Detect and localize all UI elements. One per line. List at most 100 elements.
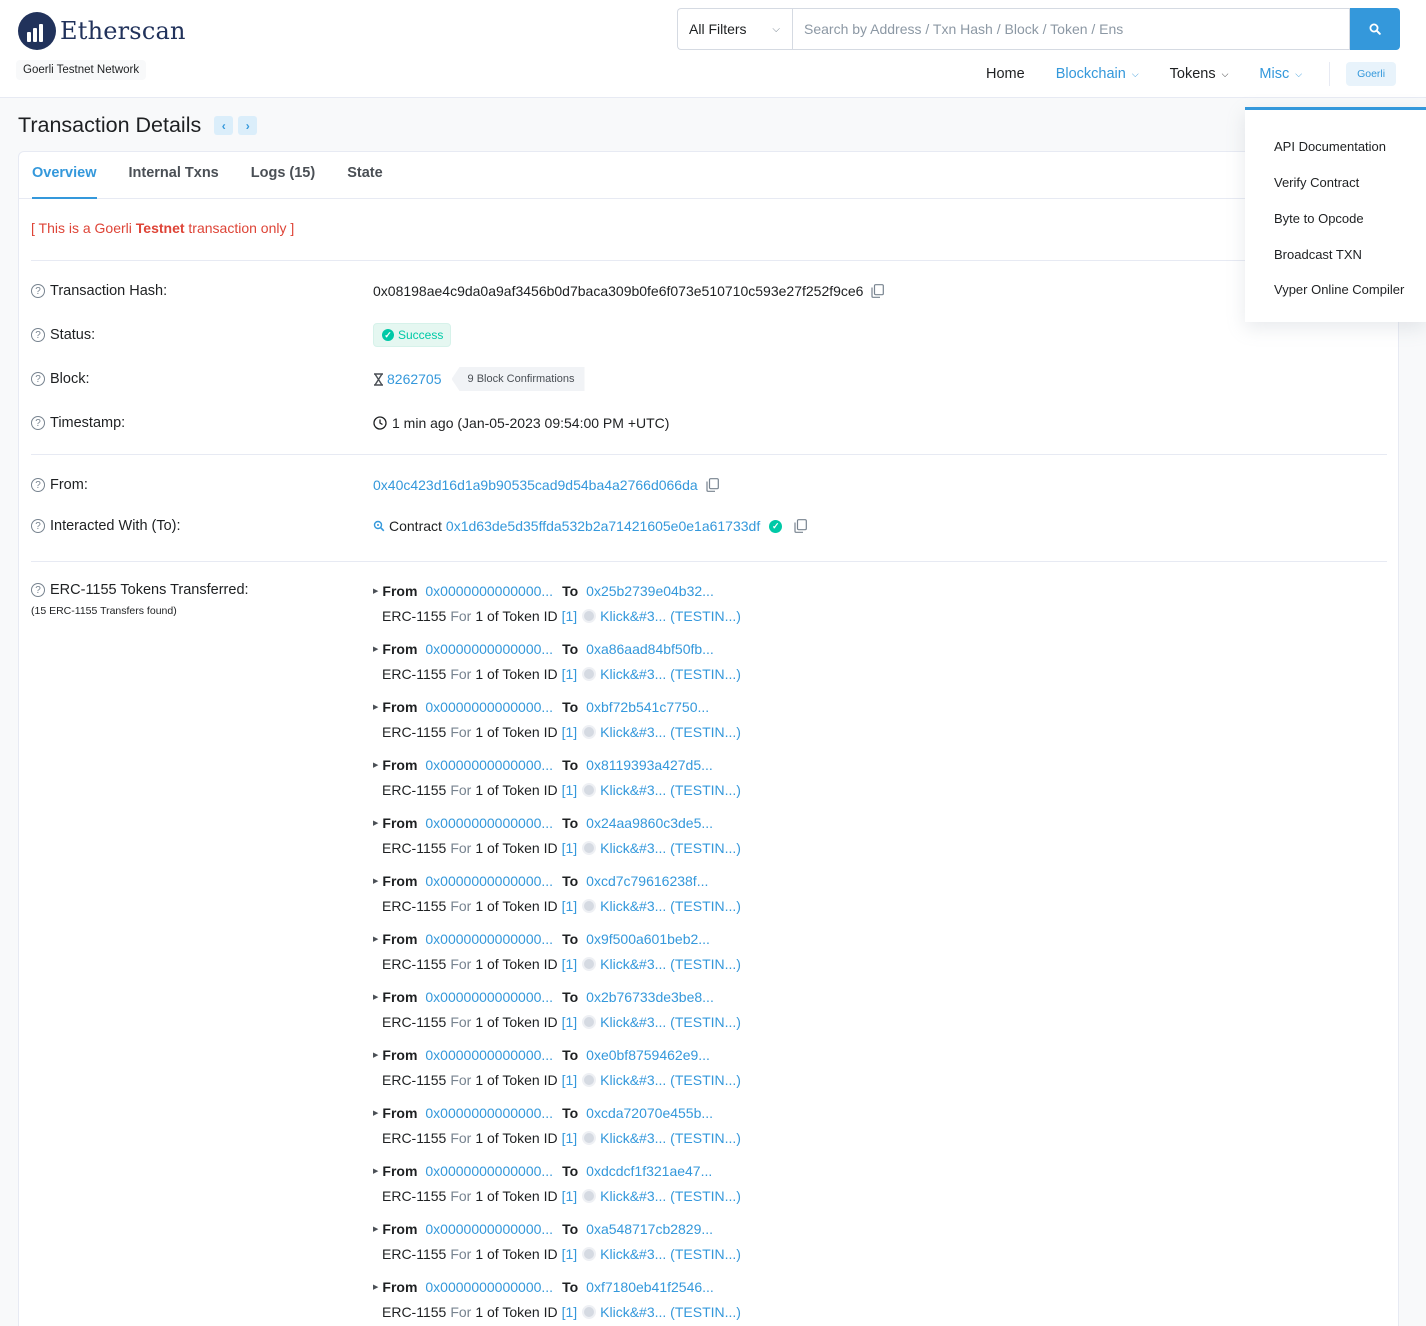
question-icon[interactable]: ? <box>31 583 45 597</box>
transfer-to-address[interactable]: 0x8119393a427d5... <box>586 757 713 773</box>
transfer-to-address[interactable]: 0xe0bf8759462e9... <box>586 1047 710 1063</box>
transfer-from-address[interactable]: 0x0000000000000... <box>425 583 553 599</box>
token-id-link[interactable]: [1] <box>562 1014 578 1030</box>
token-name-link[interactable]: Klick&#3... (TESTIN...) <box>600 956 741 972</box>
token-id-link[interactable]: [1] <box>562 1246 578 1262</box>
transfer-to-address[interactable]: 0x24aa9860c3de5... <box>586 815 713 831</box>
transfer-from-address[interactable]: 0x0000000000000... <box>425 931 553 947</box>
transaction-hash-value: 0x08198ae4c9da0a9af3456b0d7baca309b0fe6f… <box>373 283 864 299</box>
transfer-from-address[interactable]: 0x0000000000000... <box>425 1163 553 1179</box>
search-button[interactable] <box>1350 8 1400 50</box>
copy-icon[interactable] <box>706 478 719 492</box>
tab-internal-txns[interactable]: Internal Txns <box>129 152 219 199</box>
check-circle-icon: ✓ <box>382 329 394 341</box>
to-contract-link[interactable]: 0x1d63de5d35ffda532b2a71421605e0e1a61733… <box>446 518 760 534</box>
transfer-from-address[interactable]: 0x0000000000000... <box>425 1279 553 1295</box>
token-id-link[interactable]: [1] <box>562 724 578 740</box>
next-txn-button[interactable]: › <box>238 116 258 135</box>
prev-txn-button[interactable]: ‹ <box>214 116 234 135</box>
nav-home[interactable]: Home <box>986 66 1025 82</box>
tab-logs[interactable]: Logs (15) <box>251 152 315 199</box>
transfer-from-address[interactable]: 0x0000000000000... <box>425 873 553 889</box>
token-name-link[interactable]: Klick&#3... (TESTIN...) <box>600 724 741 740</box>
token-name-link[interactable]: Klick&#3... (TESTIN...) <box>600 1188 741 1204</box>
copy-icon[interactable] <box>794 519 808 533</box>
token-icon <box>582 725 597 739</box>
tab-state[interactable]: State <box>347 152 382 199</box>
block-number-link[interactable]: 8262705 <box>387 371 442 387</box>
question-icon[interactable]: ? <box>31 519 45 533</box>
menu-item-verify-contract[interactable]: Verify Contract <box>1274 175 1359 190</box>
token-id-link[interactable]: [1] <box>562 1304 578 1320</box>
token-id-link[interactable]: [1] <box>562 782 578 798</box>
token-id-link[interactable]: [1] <box>562 1188 578 1204</box>
token-id-link[interactable]: [1] <box>562 608 578 624</box>
token-name-link[interactable]: Klick&#3... (TESTIN...) <box>600 666 741 682</box>
copy-icon[interactable] <box>871 284 885 298</box>
transfer-to-address[interactable]: 0xa86aad84bf50fb... <box>586 641 714 657</box>
question-icon[interactable]: ? <box>31 372 45 386</box>
status-text: Success <box>398 328 444 342</box>
token-id-link[interactable]: [1] <box>562 666 578 682</box>
token-id-link[interactable]: [1] <box>562 1130 578 1146</box>
transfer-to-address[interactable]: 0x25b2739e04b32... <box>586 583 714 599</box>
token-name-link[interactable]: Klick&#3... (TESTIN...) <box>600 840 741 856</box>
token-name-link[interactable]: Klick&#3... (TESTIN...) <box>600 608 741 624</box>
menu-item-api-docs[interactable]: API Documentation <box>1274 139 1386 154</box>
token-name-link[interactable]: Klick&#3... (TESTIN...) <box>600 898 741 914</box>
tab-overview[interactable]: Overview <box>32 152 97 199</box>
block-confirmations-badge: 9 Block Confirmations <box>451 367 585 391</box>
transfer-to-address[interactable]: 0xf7180eb41f2546... <box>586 1279 714 1295</box>
transfer-from-address[interactable]: 0x0000000000000... <box>425 1105 553 1121</box>
token-name-link[interactable]: Klick&#3... (TESTIN...) <box>600 1130 741 1146</box>
etherscan-logo[interactable]: Etherscan <box>18 12 186 50</box>
transfer-item: ▶ From 0x0000000000000... To 0x24aa9860c3de5… <box>373 814 741 872</box>
transfer-item: ▶ From 0x0000000000000... To 0x9f500a601beb2… <box>373 930 741 988</box>
search-input[interactable] <box>792 8 1350 50</box>
transfer-from-address[interactable]: 0x0000000000000... <box>425 1221 553 1237</box>
token-name-link[interactable]: Klick&#3... (TESTIN...) <box>600 1304 741 1320</box>
divider <box>31 454 1387 455</box>
from-address-link[interactable]: 0x40c423d16d1a9b90535cad9d54ba4a2766d066… <box>373 477 698 493</box>
network-switch-button[interactable]: Goerli <box>1346 62 1397 86</box>
transfer-from-address[interactable]: 0x0000000000000... <box>425 641 553 657</box>
token-name-link[interactable]: Klick&#3... (TESTIN...) <box>600 1246 741 1262</box>
menu-item-byte-to-opcode[interactable]: Byte to Opcode <box>1274 211 1364 226</box>
question-icon[interactable]: ? <box>31 328 45 342</box>
nav-misc-label: Misc <box>1259 66 1290 82</box>
transfer-from-address[interactable]: 0x0000000000000... <box>425 757 553 773</box>
question-icon[interactable]: ? <box>31 416 45 430</box>
menu-item-vyper-compiler[interactable]: Vyper Online Compiler <box>1274 282 1404 297</box>
search-filter-select[interactable]: All Filters ⌵ <box>677 8 792 50</box>
row-transaction-hash: ? Transaction Hash: 0x08198ae4c9da0a9af34… <box>31 281 885 301</box>
token-name-link[interactable]: Klick&#3... (TESTIN...) <box>600 1014 741 1030</box>
nav-misc[interactable]: Misc ⌵ <box>1259 66 1302 82</box>
transfer-from-word: From <box>382 1047 418 1063</box>
nav-blockchain[interactable]: Blockchain ⌵ <box>1056 66 1139 82</box>
transfer-to-word: To <box>562 1279 579 1295</box>
transfer-item: ▶ From 0x0000000000000... To 0xcd7c79616238f… <box>373 872 741 930</box>
token-id-link[interactable]: [1] <box>562 840 578 856</box>
token-name-link[interactable]: Klick&#3... (TESTIN...) <box>600 782 741 798</box>
transfer-to-address[interactable]: 0xbf72b541c7750... <box>586 699 709 715</box>
row-timestamp: ? Timestamp: 1 min ago (Jan-05-2023 09:54… <box>31 413 669 433</box>
transfer-from-address[interactable]: 0x0000000000000... <box>425 815 553 831</box>
transfer-to-address[interactable]: 0xcd7c79616238f... <box>586 873 708 889</box>
question-icon[interactable]: ? <box>31 284 45 298</box>
question-icon[interactable]: ? <box>31 478 45 492</box>
nav-tokens[interactable]: Tokens ⌵ <box>1170 66 1229 82</box>
token-id-link[interactable]: [1] <box>562 898 578 914</box>
transfer-to-address[interactable]: 0x2b76733de3be8... <box>586 989 714 1005</box>
token-name-link[interactable]: Klick&#3... (TESTIN...) <box>600 1072 741 1088</box>
transfer-from-address[interactable]: 0x0000000000000... <box>425 989 553 1005</box>
menu-item-broadcast-txn[interactable]: Broadcast TXN <box>1274 247 1362 262</box>
transfer-to-address[interactable]: 0xa548717cb2829... <box>586 1221 713 1237</box>
transfer-to-address[interactable]: 0x9f500a601beb2... <box>586 931 710 947</box>
transfer-to-address[interactable]: 0xcda72070e455b... <box>586 1105 713 1121</box>
token-id-link[interactable]: [1] <box>562 956 578 972</box>
token-id-link[interactable]: [1] <box>562 1072 578 1088</box>
transfer-to-address[interactable]: 0xdcdcf1f321ae47... <box>586 1163 712 1179</box>
transfer-from-address[interactable]: 0x0000000000000... <box>425 1047 553 1063</box>
transfer-from-address[interactable]: 0x0000000000000... <box>425 699 553 715</box>
hourglass-icon <box>374 372 383 386</box>
